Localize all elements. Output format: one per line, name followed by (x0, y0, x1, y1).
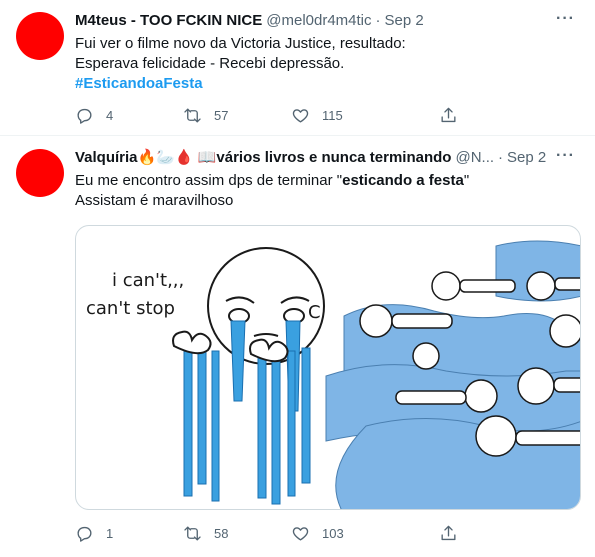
heart-icon (292, 527, 309, 541)
caption-2: can't stop (86, 298, 175, 319)
retweet-count: 57 (214, 108, 229, 123)
tweet-header: M4teus - TOO FCKIN NICE @mel0dr4m4tic · … (75, 10, 579, 32)
like-count: 115 (322, 108, 343, 123)
reply-icon (77, 526, 92, 542)
separator-dot: · (375, 12, 381, 29)
tweet-content: M4teus - TOO FCKIN NICE @mel0dr4m4tic · … (75, 10, 579, 94)
meme-drawing: i can't,,, can't stop C (86, 240, 580, 509)
tweet-text-line: Assistam é maravilhoso (75, 192, 234, 209)
more-icon[interactable]: ··· (556, 10, 575, 28)
tweet-header: Valquíria🔥🦢🩸 📖vários livros e nunca term… (75, 147, 579, 169)
tweet-text: Eu me encontro assim dps de terminar "es… (75, 171, 579, 211)
tweet-media-image[interactable]: i can't,,, can't stop C (75, 225, 581, 510)
tweet-actions: 4 57 115 (75, 106, 515, 125)
avatar[interactable] (16, 12, 64, 60)
share-button[interactable] (439, 106, 458, 125)
separator-dot: · (498, 149, 504, 166)
display-name[interactable]: Valquíria🔥🦢🩸 📖vários livros e nunca term… (75, 148, 451, 168)
user-handle[interactable]: @N... (455, 148, 494, 168)
tweet-text-line: Eu me encontro assim dps de terminar "es… (75, 171, 579, 191)
tweet-actions: 1 58 103 (75, 524, 515, 543)
like-count: 103 (322, 526, 344, 541)
share-button[interactable] (439, 524, 458, 543)
reply-icon (77, 108, 92, 124)
share-icon (441, 525, 456, 541)
retweet-button[interactable]: 58 (183, 524, 291, 543)
reply-button[interactable]: 4 (75, 106, 183, 125)
text-bold: esticando a festa (342, 172, 464, 189)
tweet-2[interactable]: Valquíria🔥🦢🩸 📖vários livros e nunca term… (0, 137, 595, 557)
user-handle[interactable]: @mel0dr4m4tic (266, 11, 371, 31)
timestamp[interactable]: Sep 2 (507, 148, 546, 168)
tweet-text: Fui ver o filme novo da Victoria Justice… (75, 34, 579, 94)
like-button[interactable]: 103 (291, 524, 439, 543)
caption-3: C (308, 302, 321, 323)
reply-count: 4 (106, 108, 114, 123)
avatar[interactable] (16, 149, 64, 197)
timestamp[interactable]: Sep 2 (385, 11, 424, 31)
heart-icon (292, 109, 309, 123)
reply-count: 1 (106, 526, 114, 541)
tweet-content: Valquíria🔥🦢🩸 📖vários livros e nunca term… (75, 147, 579, 211)
tweet-text-line: Esperava felicidade - Recebi depressão. (75, 55, 345, 72)
display-name[interactable]: M4teus - TOO FCKIN NICE (75, 11, 262, 31)
tweet-text-line: Fui ver o filme novo da Victoria Justice… (75, 35, 406, 52)
retweet-count: 58 (214, 526, 229, 541)
retweet-icon (184, 526, 201, 541)
more-icon[interactable]: ··· (556, 147, 575, 165)
caption-1: i can't,,, (112, 270, 184, 291)
reply-button[interactable]: 1 (75, 524, 183, 543)
hashtag-link[interactable]: #EsticandoaFesta (75, 74, 579, 94)
retweet-button[interactable]: 57 (183, 106, 291, 125)
text-prefix: Eu me encontro assim dps de terminar " (75, 172, 343, 189)
like-button[interactable]: 115 (291, 106, 439, 125)
retweet-icon (184, 108, 201, 123)
share-icon (441, 107, 456, 123)
tweet-1[interactable]: M4teus - TOO FCKIN NICE @mel0dr4m4tic · … (0, 0, 595, 136)
text-suffix: " (463, 172, 470, 189)
